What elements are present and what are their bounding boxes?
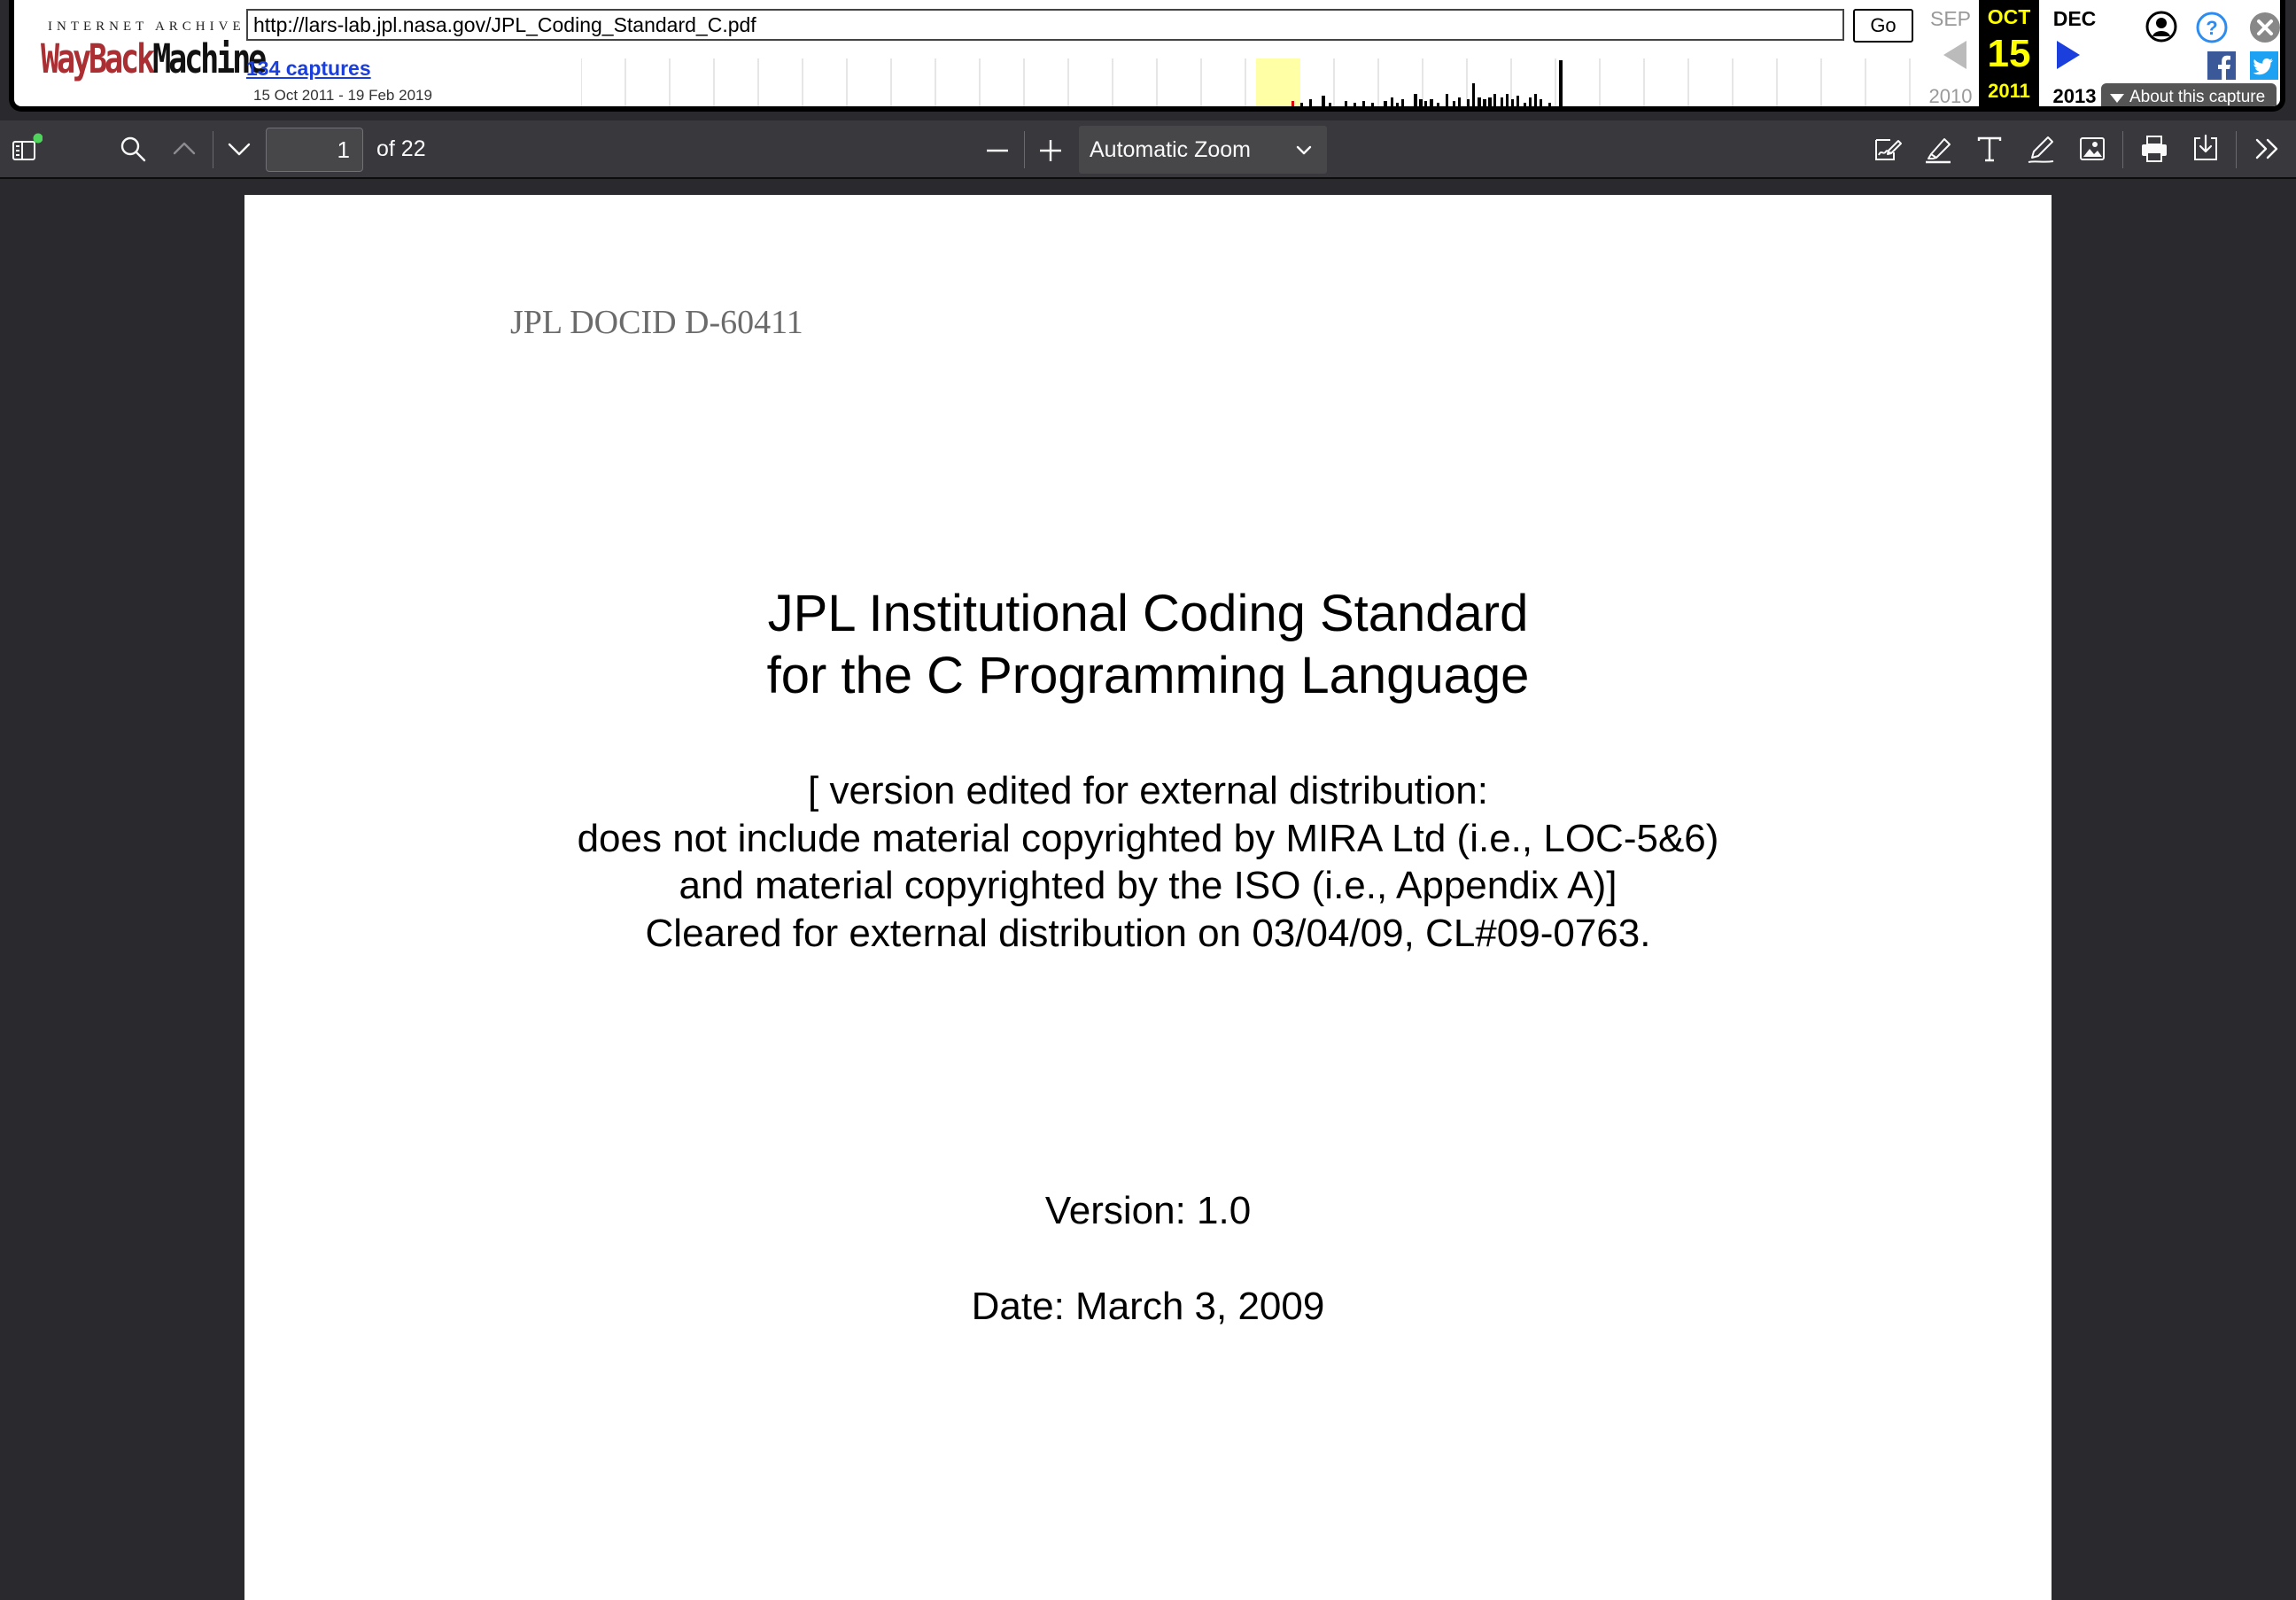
about-capture-button[interactable]: About this capture <box>2101 83 2277 106</box>
distribution-note-line-1: [ version edited for external distributi… <box>808 769 1488 812</box>
print-button[interactable] <box>2138 133 2170 165</box>
previous-page-button[interactable] <box>168 133 200 165</box>
document-title-line-1: JPL Institutional Coding Standard <box>767 585 1529 642</box>
add-image-button[interactable] <box>2076 133 2108 165</box>
current-year-label: 2011 <box>1988 80 2030 102</box>
find-button[interactable] <box>117 133 149 165</box>
print-icon <box>2142 136 2167 162</box>
zoom-in-button[interactable] <box>1035 133 1067 165</box>
internet-archive-label: INTERNET ARCHIVE <box>48 19 245 34</box>
download-icon <box>2194 134 2217 160</box>
pdf-page: JPL DOCID D-60411 JPL Institutional Codi… <box>244 195 2052 1600</box>
signature-icon <box>1875 139 1902 160</box>
zoom-out-button[interactable] <box>981 133 1013 165</box>
draw-button[interactable] <box>2025 133 2057 165</box>
wayback-logo[interactable]: INTERNET ARCHIVE WayBackMachine <box>41 18 267 89</box>
document-title-line-2: for the C Programming Language <box>766 647 1530 704</box>
about-capture-label: About this capture <box>2129 88 2266 106</box>
minus-icon <box>987 149 1008 152</box>
zoom-select[interactable]: Automatic Zoom <box>1079 126 1327 174</box>
page-count-label: of 22 <box>376 136 426 161</box>
tools-button[interactable] <box>2252 133 2284 165</box>
sidebar-toggle-button[interactable] <box>11 133 43 165</box>
capture-bars <box>1292 60 1563 106</box>
prev-month-label[interactable]: SEP <box>1924 7 1977 31</box>
capture-sparkline[interactable] <box>581 58 1936 110</box>
current-capture-box: OCT 15 2011 <box>1979 0 2039 106</box>
distribution-note-line-4: Cleared for external distribution on 03/… <box>645 912 1651 955</box>
next-year-label[interactable]: 2013 <box>2048 85 2101 106</box>
wayback-toolbar: INTERNET ARCHIVE WayBackMachine http://l… <box>9 0 2285 112</box>
zoom-select-value: Automatic Zoom <box>1090 137 1252 162</box>
distribution-note-line-3: and material copyrighted by the ISO (i.e… <box>679 864 1617 907</box>
twitter-icon[interactable] <box>2250 51 2278 80</box>
captures-link[interactable]: 134 captures <box>246 57 371 81</box>
prev-capture-arrow-icon[interactable] <box>1943 41 1966 69</box>
caret-down-icon <box>2110 94 2124 103</box>
image-icon <box>2080 137 2105 160</box>
download-button[interactable] <box>2190 133 2222 165</box>
highlight-icon <box>1926 138 1951 164</box>
document-id: JPL DOCID D-60411 <box>510 304 803 341</box>
double-chevron-right-icon <box>2255 138 2278 159</box>
prev-year-label[interactable]: 2010 <box>1924 85 1977 106</box>
capture-date-range: 15 Oct 2011 - 19 Feb 2019 <box>253 87 432 104</box>
current-day-label: 15 <box>1987 32 2031 75</box>
add-text-button[interactable] <box>1974 133 2005 165</box>
toolbar-separator <box>2122 131 2123 168</box>
close-icon[interactable] <box>2248 11 2282 44</box>
highlight-button[interactable] <box>1922 133 1954 165</box>
text-icon <box>1977 136 2002 162</box>
chevron-up-icon <box>173 142 196 155</box>
year-dividers <box>581 58 1911 106</box>
distribution-note-line-2: does not include material copyrighted by… <box>577 817 1719 860</box>
signature-button[interactable] <box>1871 133 1903 165</box>
go-button[interactable]: Go <box>1853 9 1913 43</box>
wayback-machine-wordmark: WayBackMachine <box>41 35 267 82</box>
user-account-icon[interactable] <box>2145 11 2177 43</box>
chevron-down-icon <box>228 143 251 156</box>
document-date: Date: March 3, 2009 <box>971 1285 1325 1328</box>
sidebar-toggle-icon <box>12 133 43 160</box>
next-capture-arrow-icon[interactable] <box>2057 41 2080 69</box>
current-month-label: OCT <box>1987 5 2031 28</box>
url-input[interactable]: http://lars-lab.jpl.nasa.gov/JPL_Coding_… <box>246 9 1844 41</box>
toolbar-separator <box>1024 131 1025 168</box>
page-number-input[interactable]: 1 <box>266 128 363 172</box>
chevron-down-icon <box>1296 145 1312 155</box>
facebook-icon[interactable] <box>2207 51 2236 80</box>
search-icon <box>120 136 146 162</box>
pdf-viewer-toolbar: 1 of 22 Automatic Zoom <box>0 120 2296 179</box>
svg-text:?: ? <box>2206 17 2217 39</box>
plus-icon <box>1040 140 1061 161</box>
document-version: Version: 1.0 <box>1044 1189 1252 1232</box>
wordmark-wayback: WayBack <box>41 35 155 82</box>
next-month-label[interactable]: DEC <box>2048 7 2101 31</box>
help-icon[interactable]: ? <box>2195 11 2229 44</box>
next-page-button[interactable] <box>223 133 255 165</box>
toolbar-separator <box>2236 131 2237 168</box>
draw-icon <box>2028 136 2054 163</box>
